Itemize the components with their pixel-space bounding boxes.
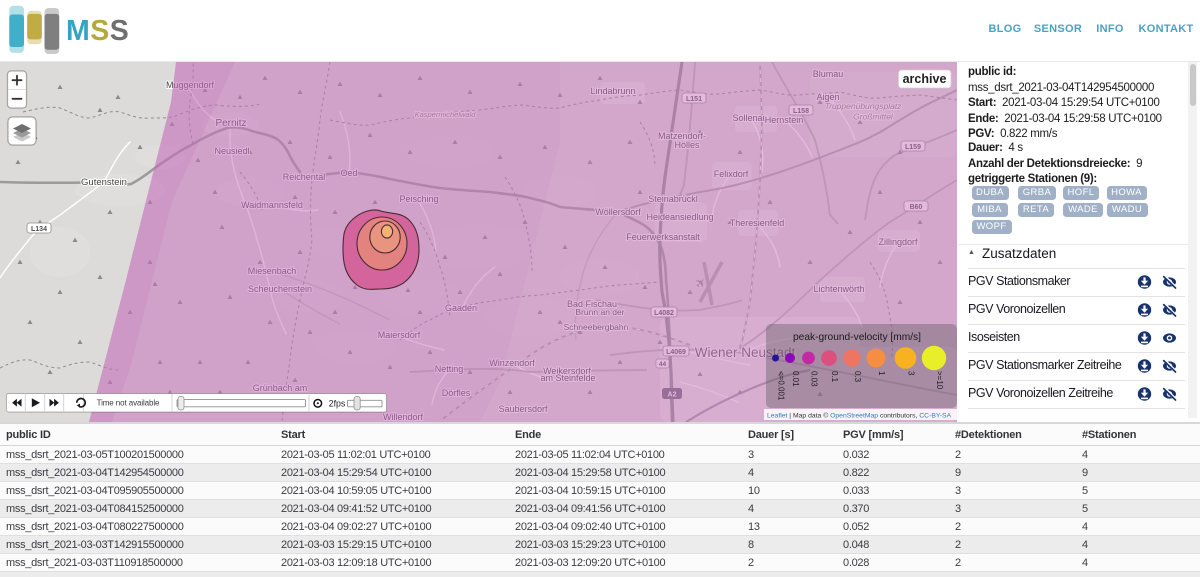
svg-text:2fps: 2fps — [329, 398, 346, 408]
svg-text:L134: L134 — [31, 226, 47, 233]
svg-text:archive: archive — [903, 72, 947, 86]
svg-text:Gutenstein: Gutenstein — [81, 177, 127, 188]
svg-text:0.01: 0.01 — [791, 371, 800, 387]
svg-text:0.3: 0.3 — [853, 371, 862, 383]
svg-text:<=0.001: <=0.001 — [777, 371, 786, 401]
svg-text:>=10: >=10 — [935, 371, 944, 390]
svg-text:peak-ground-velocity [mm/s]: peak-ground-velocity [mm/s] — [793, 332, 921, 343]
svg-text:1: 1 — [877, 371, 886, 376]
svg-text:0.1: 0.1 — [830, 371, 839, 383]
svg-text:3: 3 — [907, 371, 916, 376]
svg-text:MSS: MSS — [66, 15, 129, 47]
svg-text:Leaflet | Map data © OpenStree: Leaflet | Map data © OpenStreetMap contr… — [767, 411, 952, 419]
svg-text:Time not available: Time not available — [97, 399, 160, 408]
svg-text:0.03: 0.03 — [810, 371, 819, 387]
